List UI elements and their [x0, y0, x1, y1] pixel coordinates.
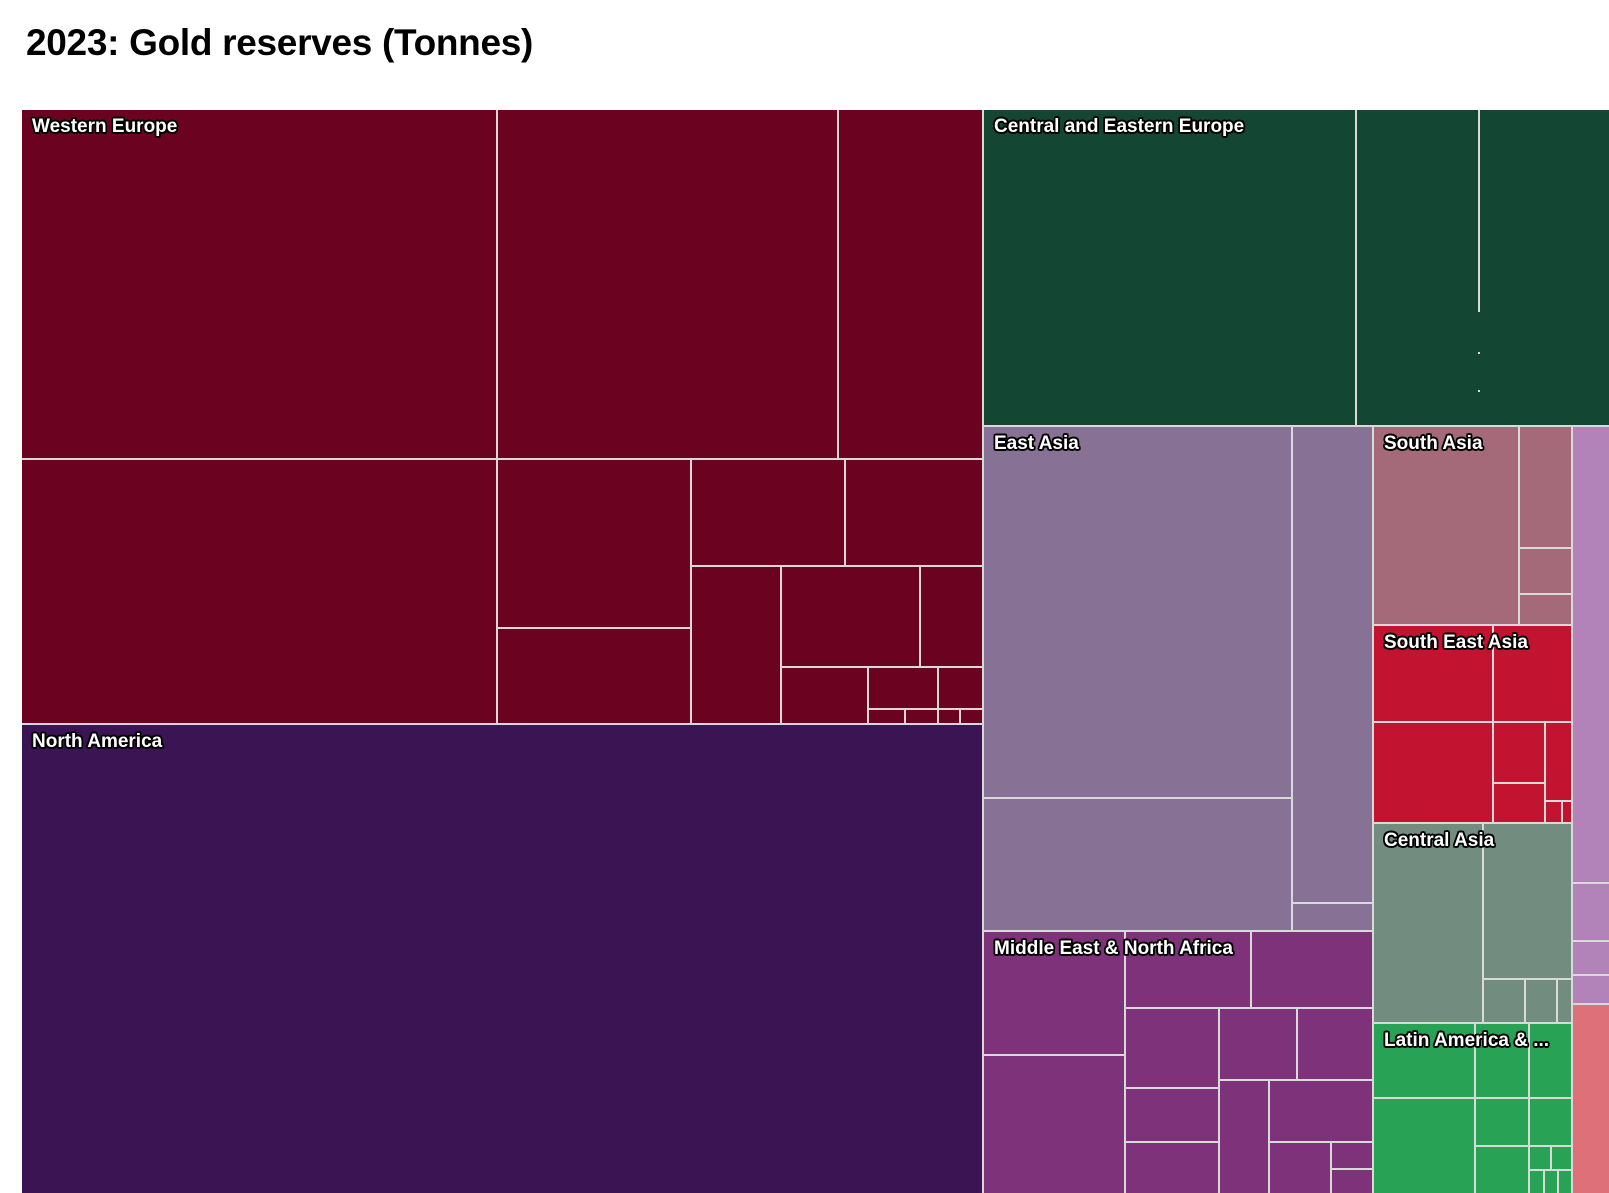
treemap-cell[interactable]	[1520, 427, 1571, 547]
treemap-cell[interactable]	[1220, 1081, 1268, 1193]
treemap-cell[interactable]	[1494, 723, 1544, 782]
treemap-cell[interactable]	[939, 668, 982, 708]
treemap-cell[interactable]	[498, 110, 837, 458]
treemap-cell[interactable]	[984, 799, 1291, 930]
treemap-cell[interactable]	[1573, 942, 1609, 974]
treemap-cell[interactable]	[1568, 312, 1609, 390]
treemap-group[interactable]: Western Europe	[22, 110, 982, 723]
treemap-cell[interactable]	[1484, 824, 1571, 978]
treemap-cell[interactable]	[839, 110, 982, 458]
treemap-cell[interactable]	[22, 725, 982, 1193]
treemap-cell[interactable]	[1476, 1147, 1528, 1193]
treemap-group[interactable]: Central and Eastern Europe	[984, 110, 1609, 425]
treemap-cell[interactable]	[22, 460, 496, 723]
treemap-cell[interactable]	[1573, 1005, 1609, 1193]
treemap-cell[interactable]	[984, 427, 1291, 797]
treemap-cell[interactable]	[1563, 802, 1571, 822]
treemap-cell[interactable]	[1545, 1171, 1557, 1193]
treemap-cell[interactable]	[1530, 1099, 1571, 1145]
page-title: 2023: Gold reserves (Tonnes)	[26, 22, 534, 63]
treemap-cell[interactable]	[1573, 884, 1609, 940]
treemap-cell[interactable]	[1552, 1147, 1571, 1169]
treemap-cell[interactable]	[1374, 427, 1518, 624]
treemap-cell[interactable]	[1476, 1024, 1528, 1097]
treemap-cell[interactable]	[1524, 312, 1566, 390]
treemap-group[interactable]	[1573, 1005, 1609, 1193]
treemap-cell[interactable]	[1526, 980, 1556, 1022]
treemap-cell[interactable]	[692, 567, 780, 723]
treemap-cell[interactable]	[1520, 595, 1571, 624]
treemap-cell[interactable]	[961, 710, 982, 723]
treemap-cell[interactable]	[939, 710, 959, 723]
treemap-group[interactable]: Central Asia	[1374, 824, 1571, 1022]
treemap-cell[interactable]	[1530, 1171, 1543, 1193]
treemap-cell[interactable]	[846, 460, 982, 565]
treemap-cell[interactable]	[921, 567, 982, 666]
treemap-cell[interactable]	[1494, 626, 1571, 721]
treemap-cell[interactable]	[1293, 427, 1372, 902]
treemap-group[interactable]: North America	[22, 725, 982, 1193]
treemap-cell[interactable]	[906, 710, 937, 723]
treemap-cell[interactable]	[1270, 1143, 1330, 1193]
treemap-cell[interactable]	[1554, 392, 1580, 425]
treemap-cell[interactable]	[869, 710, 904, 723]
treemap-page: 2023: Gold reserves (Tonnes) Western Eur…	[0, 0, 1609, 1193]
treemap-cell[interactable]	[1374, 626, 1492, 721]
treemap-cell[interactable]	[1546, 802, 1561, 822]
treemap-cell[interactable]	[1573, 427, 1609, 882]
treemap-cell[interactable]	[1357, 312, 1454, 372]
treemap-group[interactable]: East Asia	[984, 427, 1372, 930]
treemap-cell[interactable]	[22, 110, 496, 458]
treemap-cell[interactable]	[1332, 1143, 1372, 1168]
treemap-cell[interactable]	[1559, 1171, 1571, 1193]
treemap-cell[interactable]	[1298, 1009, 1372, 1079]
treemap-cell[interactable]	[1220, 1009, 1296, 1079]
treemap-group[interactable]	[1573, 427, 1609, 1003]
treemap-cell[interactable]	[1374, 1099, 1474, 1193]
treemap-group[interactable]: South Asia	[1374, 427, 1571, 624]
treemap-cell[interactable]	[1252, 932, 1372, 1007]
treemap-cell[interactable]	[1293, 904, 1372, 930]
treemap-cell[interactable]	[1484, 980, 1524, 1022]
treemap-cell[interactable]	[1126, 1143, 1218, 1193]
treemap-group[interactable]: South East Asia	[1374, 626, 1571, 822]
treemap-canvas[interactable]: Western Europe North America Central and E…	[22, 110, 1609, 1193]
treemap-cell[interactable]	[869, 668, 937, 708]
treemap-cell[interactable]	[498, 460, 690, 627]
treemap-cell[interactable]	[782, 668, 867, 723]
treemap-cell[interactable]	[1357, 374, 1454, 425]
treemap-group[interactable]: Middle East & North Africa	[984, 932, 1372, 1193]
treemap-cell[interactable]	[1573, 976, 1609, 1003]
treemap-cell[interactable]	[1476, 1099, 1528, 1145]
treemap-cell[interactable]	[1374, 723, 1492, 822]
treemap-cell[interactable]	[1126, 1009, 1218, 1087]
treemap-cell[interactable]	[1456, 354, 1522, 390]
treemap-group[interactable]: Latin America & ...	[1374, 1024, 1571, 1193]
treemap-cell[interactable]	[1582, 392, 1594, 425]
treemap-cell[interactable]	[984, 1056, 1124, 1193]
treemap-cell[interactable]	[1520, 549, 1571, 593]
treemap-cell[interactable]	[1530, 1024, 1571, 1097]
treemap-cell[interactable]	[1524, 392, 1552, 425]
treemap-cell[interactable]	[1126, 932, 1250, 1007]
treemap-cell[interactable]	[692, 460, 844, 565]
treemap-cell[interactable]	[1270, 1081, 1372, 1141]
treemap-cell[interactable]	[782, 567, 919, 666]
treemap-cell[interactable]	[1374, 824, 1482, 1022]
treemap-cell[interactable]	[1546, 723, 1571, 800]
treemap-cell[interactable]	[984, 110, 1355, 425]
treemap-cell[interactable]	[1494, 784, 1544, 822]
treemap-cell[interactable]	[1596, 392, 1609, 425]
treemap-cell[interactable]	[1558, 980, 1571, 1022]
treemap-cell[interactable]	[1126, 1089, 1218, 1141]
treemap-cell[interactable]	[1456, 312, 1522, 352]
treemap-cell[interactable]	[1530, 1147, 1550, 1169]
treemap-cell[interactable]	[984, 932, 1124, 1054]
treemap-cell[interactable]	[1332, 1170, 1372, 1193]
treemap-cell[interactable]	[1374, 1024, 1474, 1097]
treemap-cell[interactable]	[498, 629, 690, 723]
treemap-cell[interactable]	[1456, 392, 1522, 425]
